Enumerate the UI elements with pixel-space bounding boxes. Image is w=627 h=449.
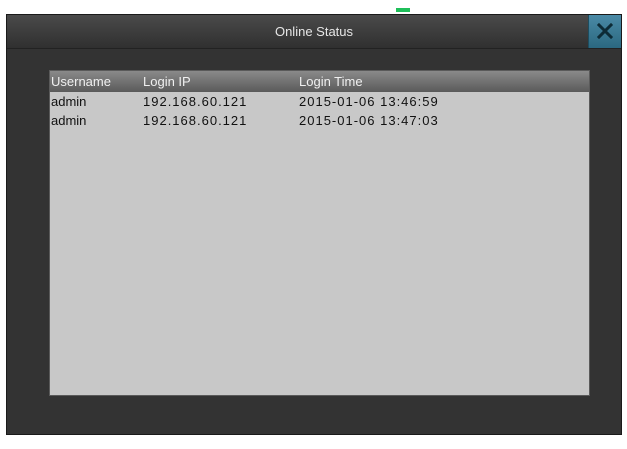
dialog-title: Online Status: [274, 24, 354, 39]
status-indicator: [396, 8, 410, 12]
cell-username: admin: [51, 94, 87, 109]
column-header-login-time: Login Time: [299, 74, 363, 89]
online-users-table: Username Login IP Login Time admin 192.1…: [49, 70, 590, 396]
table-header: Username Login IP Login Time: [50, 71, 589, 92]
cell-login-ip: 192.168.60.121: [143, 94, 248, 109]
title-bar: Online Status: [7, 15, 621, 49]
cell-login-time: 2015-01-06 13:46:59: [299, 94, 439, 109]
column-header-login-ip: Login IP: [143, 74, 191, 89]
online-status-dialog: Online Status Username Login IP Login Ti…: [6, 14, 622, 435]
cell-login-time: 2015-01-06 13:47:03: [299, 113, 439, 128]
table-row[interactable]: admin 192.168.60.121 2015-01-06 13:47:03: [50, 111, 589, 130]
close-button[interactable]: [588, 15, 621, 48]
cell-username: admin: [51, 113, 87, 128]
column-header-username: Username: [51, 74, 111, 89]
cell-login-ip: 192.168.60.121: [143, 113, 248, 128]
table-row[interactable]: admin 192.168.60.121 2015-01-06 13:46:59: [50, 92, 589, 111]
close-icon: [597, 23, 613, 39]
